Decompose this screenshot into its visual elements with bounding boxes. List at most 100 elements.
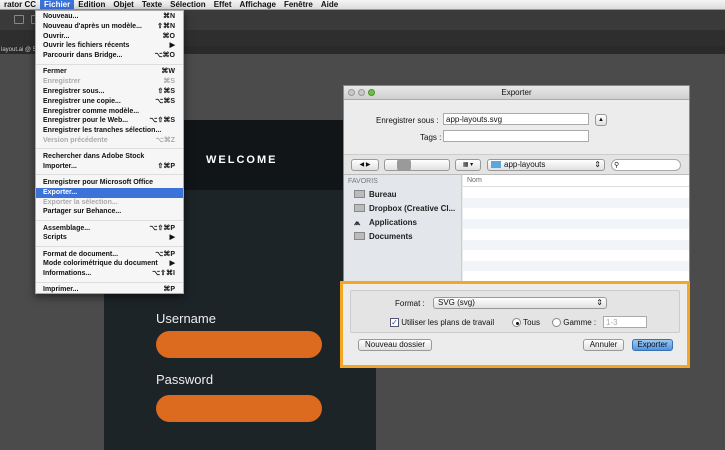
dialog-title: Exporter	[501, 88, 532, 97]
menu-aide[interactable]: Aide	[317, 0, 342, 9]
menu-item-label: Imprimer...	[43, 286, 79, 294]
menu-sélection[interactable]: Sélection	[166, 0, 210, 9]
menu-separator	[36, 219, 183, 221]
menu-texte[interactable]: Texte	[138, 0, 166, 9]
search-field[interactable]: ⚲	[611, 159, 681, 171]
menu-item-shortcut: ⌥⌘O	[154, 52, 175, 60]
zoom-button[interactable]	[368, 89, 375, 96]
view-mode-buttons[interactable]	[384, 159, 450, 171]
menu-item-shortcut: ⇧⌘N	[157, 22, 175, 30]
sidebar-item-dropbox[interactable]: Dropbox (Creative Cl...	[344, 201, 461, 215]
back-forward-buttons[interactable]: ◀ ▶	[351, 159, 379, 171]
menu-item[interactable]: Enregistrer les tranches sélection...	[36, 126, 183, 136]
location-popup[interactable]: app-layouts ⇕	[487, 159, 605, 171]
menu-item[interactable]: Parcourir dans Bridge... ⌥⌘O	[36, 51, 183, 61]
menu-item-label: Importer...	[43, 162, 77, 170]
tool-icon[interactable]	[14, 15, 24, 24]
file-menu: Nouveau... ⌘N Nouveau d'après un modèle...…	[35, 10, 184, 294]
menu-item[interactable]: Importer... ⇧⌘P	[36, 162, 183, 172]
menu-item-shortcut: ⇧⌘S	[157, 87, 175, 95]
column-header-name[interactable]: Nom	[463, 175, 689, 187]
menu-item-label: Ouvrir...	[43, 32, 70, 40]
menu-item[interactable]: Exporter la sélection...	[36, 198, 183, 208]
menu-item[interactable]: Nouveau... ⌘N	[36, 12, 183, 22]
menu-item-label: Format de document...	[43, 250, 119, 258]
menu-item[interactable]: Partager sur Behance...	[36, 207, 183, 217]
sidebar-item-bureau[interactable]: Bureau	[344, 187, 461, 201]
menu-item[interactable]: Assemblage... ⌥⇧⌘P	[36, 224, 183, 234]
menu-effet[interactable]: Effet	[210, 0, 236, 9]
save-as-input[interactable]: app-layouts.svg	[443, 113, 589, 125]
minimize-button[interactable]	[358, 89, 365, 96]
dialog-titlebar: Exporter	[344, 86, 689, 100]
format-select[interactable]: SVG (svg) ⇕	[433, 297, 607, 309]
menu-item[interactable]: Nouveau d'après un modèle... ⇧⌘N	[36, 22, 183, 32]
menu-item[interactable]: Enregistrer une copie... ⌥⌘S	[36, 97, 183, 107]
menu-item-shortcut: ⌥⇧⌘S	[149, 117, 175, 125]
list-view-button[interactable]	[397, 159, 411, 171]
menu-separator	[36, 174, 183, 176]
new-folder-button[interactable]: Nouveau dossier	[358, 339, 432, 351]
username-field	[156, 331, 322, 358]
menu-edition[interactable]: Edition	[74, 0, 109, 9]
menu-item[interactable]: Ouvrir... ⌘O	[36, 32, 183, 42]
menu-item[interactable]: Enregistrer pour Microsoft Office	[36, 178, 183, 188]
menu-item[interactable]: Imprimer... ⌘P	[36, 285, 183, 295]
collapse-button[interactable]: ▲	[595, 114, 607, 126]
menu-separator	[36, 281, 183, 283]
menu-item-label: Informations...	[43, 270, 92, 278]
menu-item[interactable]: Enregistrer ⌘S	[36, 77, 183, 87]
menu-item-shortcut: ⌥⌘S	[155, 97, 175, 105]
applications-icon: ⩕	[354, 218, 361, 227]
export-options-panel: Format : SVG (svg) ⇕ ✓ Utiliser les plans…	[340, 281, 690, 368]
menu-item-label: Ouvrir les fichiers récents	[43, 42, 130, 50]
sidebar-item-documents[interactable]: Documents	[344, 229, 461, 243]
menu-item[interactable]: Informations... ⌥⇧⌘I	[36, 269, 183, 279]
menu-item-label: Nouveau d'après un modèle...	[43, 22, 142, 30]
tags-input[interactable]	[443, 130, 589, 142]
use-artboards-checkbox[interactable]: ✓ Utiliser les plans de travail	[390, 318, 494, 328]
menu-item[interactable]: Ouvrir les fichiers récents ▶	[36, 41, 183, 51]
menu-item[interactable]: Mode colorimétrique du document ▶	[36, 259, 183, 269]
menu-item[interactable]: Enregistrer pour le Web... ⌥⇧⌘S	[36, 116, 183, 126]
menu-item[interactable]: Fermer ⌘W	[36, 67, 183, 77]
menu-item[interactable]: Exporter...	[36, 187, 183, 198]
menu-item-label: Enregistrer sous...	[43, 87, 105, 95]
menu-item-shortcut: ⌘P	[163, 286, 175, 294]
folder-icon	[491, 161, 501, 169]
menu-fenêtre[interactable]: Fenêtre	[280, 0, 317, 9]
menu-item[interactable]: Version précédente ⌥⌘Z	[36, 136, 183, 146]
menu-fichier[interactable]: Fichier	[40, 0, 75, 9]
export-dialog: Exporter Enregistrer sous : app-layouts.…	[343, 85, 690, 286]
menu-item-label: Enregistrer pour Microsoft Office	[43, 179, 154, 187]
export-button[interactable]: Exporter	[632, 339, 673, 351]
menu-item[interactable]: Enregistrer comme modèle...	[36, 107, 183, 117]
menu-item-shortcut: ⌘N	[162, 13, 175, 20]
search-icon: ⚲	[614, 162, 620, 169]
menu-item-shortcut: ⌥⇧⌘I	[152, 270, 175, 278]
range-radio[interactable]: Gamme :	[552, 318, 596, 328]
arrange-button[interactable]: ▦ ▾	[455, 159, 481, 171]
checkbox-icon: ✓	[390, 318, 399, 328]
cancel-button[interactable]: Annuler	[583, 339, 624, 351]
menu-item-label: Nouveau...	[43, 13, 79, 20]
menu-item-label: Rechercher dans Adobe Stock	[43, 153, 145, 161]
file-list[interactable]: Nom	[463, 175, 689, 286]
menu-app[interactable]: rator CC	[0, 0, 40, 9]
menu-item-shortcut: ⌘W	[161, 68, 175, 76]
close-button[interactable]	[348, 89, 355, 96]
menu-item-label: Exporter la sélection...	[43, 198, 118, 206]
favorites-header: FAVORIS	[348, 178, 378, 185]
menu-item[interactable]: Rechercher dans Adobe Stock	[36, 152, 183, 162]
range-input[interactable]: 1-3	[603, 316, 647, 328]
menu-affichage[interactable]: Affichage	[235, 0, 279, 9]
menu-objet[interactable]: Objet	[109, 0, 137, 9]
all-radio[interactable]: Tous	[512, 318, 540, 328]
menu-item-shortcut: ⇧⌘P	[157, 162, 175, 170]
menu-item[interactable]: Enregistrer sous... ⇧⌘S	[36, 87, 183, 97]
menu-item-label: Parcourir dans Bridge...	[43, 52, 123, 60]
menu-item[interactable]: Scripts ▶	[36, 233, 183, 243]
folder-icon	[354, 204, 365, 212]
menu-item[interactable]: Format de document... ⌥⌘P	[36, 250, 183, 260]
sidebar-item-applications[interactable]: ⩕ Applications	[344, 215, 461, 229]
